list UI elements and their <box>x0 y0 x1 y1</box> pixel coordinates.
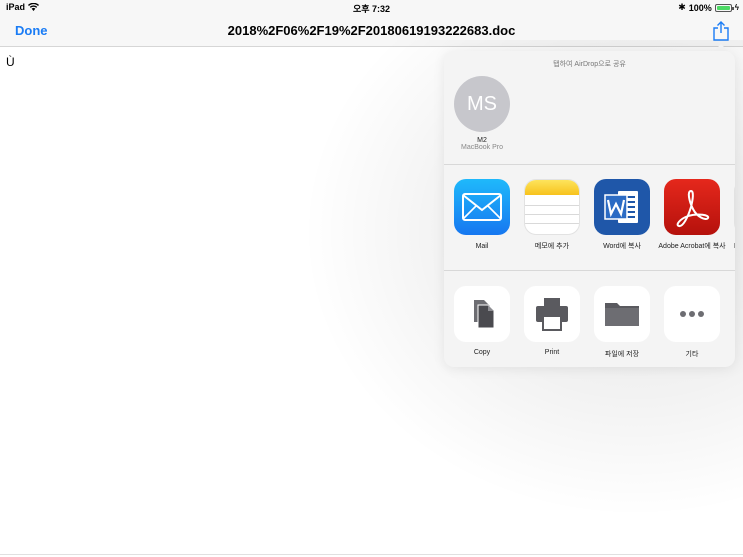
airdrop-device[interactable]: MS M2 MacBook Pro <box>454 76 510 151</box>
more-icon[interactable] <box>664 286 720 342</box>
status-right: ✱ 100% ϟ <box>678 2 739 13</box>
action-label-copy: Copy <box>473 349 491 356</box>
charging-icon: ϟ <box>734 3 739 12</box>
app-icon[interactable] <box>734 179 735 235</box>
battery-icon <box>714 3 734 12</box>
device-name: M2 <box>477 137 487 144</box>
document-title: 2018%2F06%2F19%2F20180619193222683.doc <box>227 23 516 38</box>
app-label-mail: Mail <box>475 243 489 250</box>
action-label-print: Print <box>544 349 560 356</box>
printer-icon[interactable] <box>524 286 580 342</box>
divider-airdrop <box>444 164 735 165</box>
share-app-notes[interactable]: 메모에 추가 <box>517 179 587 251</box>
share-app-partial[interactable]: D <box>727 179 735 251</box>
divider-apps <box>444 270 735 271</box>
share-icon[interactable] <box>712 21 730 41</box>
popover-arrow <box>714 44 728 51</box>
app-label-word: Word에 복사 <box>603 243 641 250</box>
app-label-acrobat: Adobe Acrobat에 복사 <box>658 243 726 250</box>
action-label-save-to-files: 파일에 저장 <box>604 351 640 358</box>
acrobat-icon[interactable] <box>664 179 720 235</box>
device-model: MacBook Pro <box>460 144 504 151</box>
avatar[interactable]: MS <box>454 76 510 132</box>
bottom-divider <box>0 554 743 555</box>
mail-icon[interactable] <box>454 179 510 235</box>
folder-icon[interactable] <box>594 286 650 342</box>
share-sheet: 탭하여 AirDrop으로 공유 MS M2 MacBook Pro Mail … <box>444 51 735 367</box>
status-bar: iPad 오후 7:32 ✱ 100% ϟ <box>0 0 743 14</box>
airdrop-caption: 탭하여 AirDrop으로 공유 <box>553 61 626 68</box>
action-print[interactable]: Print <box>517 286 587 356</box>
battery-percent: 100% <box>688 2 712 13</box>
notes-icon[interactable] <box>524 179 580 235</box>
copy-icon[interactable] <box>454 286 510 342</box>
share-app-acrobat[interactable]: Adobe Acrobat에 복사 <box>657 179 727 251</box>
app-label-notes: 메모에 추가 <box>534 243 570 250</box>
app-label-partial: D <box>727 242 735 251</box>
action-copy[interactable]: Copy <box>447 286 517 356</box>
word-icon[interactable] <box>594 179 650 235</box>
share-app-word[interactable]: Word에 복사 <box>587 179 657 251</box>
action-save-to-files[interactable]: 파일에 저장 <box>587 286 657 359</box>
action-label-more: 기타 <box>685 351 699 358</box>
document-text: Ù <box>6 55 15 69</box>
bluetooth-icon: ✱ <box>678 2 686 12</box>
action-more[interactable]: 기타 <box>657 286 727 359</box>
share-app-mail[interactable]: Mail <box>447 179 517 251</box>
